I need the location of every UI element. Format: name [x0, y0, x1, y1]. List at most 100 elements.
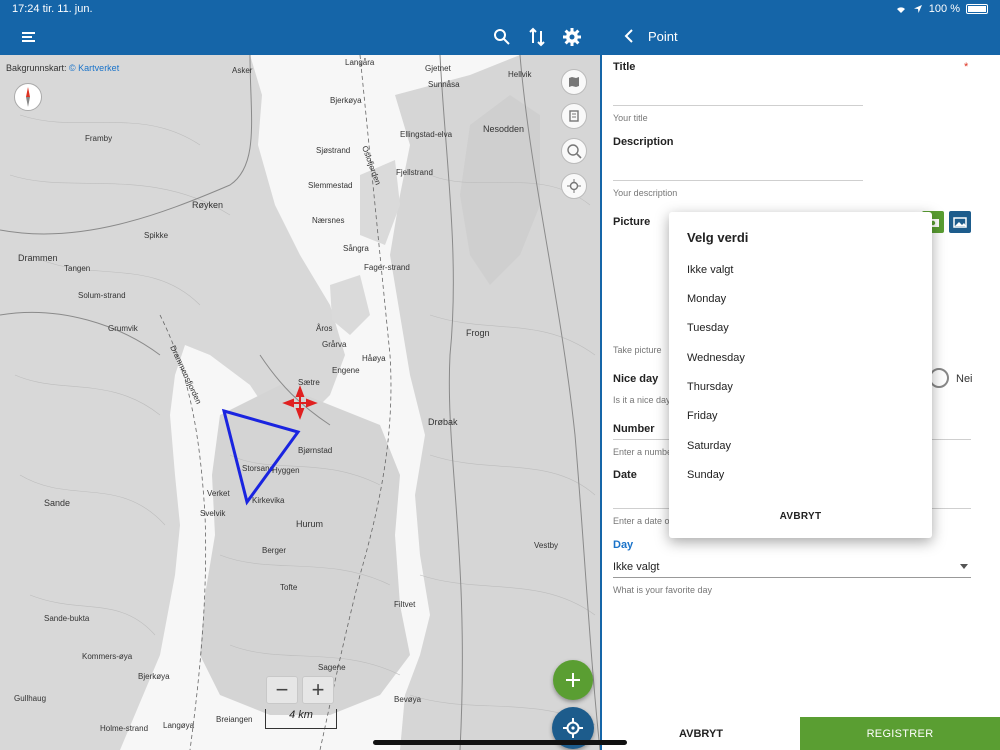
nice-day-no-label: Nei [956, 373, 973, 385]
map-label: Sande-bukta [44, 614, 90, 623]
dialog-option-tuesday[interactable]: Tuesday [687, 322, 729, 334]
title-help: Your title [613, 113, 648, 123]
zoom-out-button[interactable]: − [266, 676, 298, 704]
map-label: Kommers-øya [82, 652, 133, 661]
description-input[interactable] [613, 180, 863, 181]
map-label: Gullhaug [14, 694, 46, 703]
number-label: Number [613, 423, 655, 435]
map-layers-icon[interactable] [561, 69, 587, 95]
image-icon [953, 217, 967, 228]
date-label: Date [613, 469, 637, 481]
battery-icon [966, 4, 988, 14]
map-label: Spikke [144, 231, 169, 240]
dialog-option-wednesday[interactable]: Wednesday [687, 352, 745, 364]
picture-help: Take picture [613, 345, 662, 355]
gps-locate-icon[interactable] [561, 173, 587, 199]
map-label: Håøya [362, 354, 386, 363]
map-label: Sångra [343, 244, 369, 253]
wifi-icon [896, 7, 905, 13]
map-label: Sagene [318, 663, 346, 672]
map-label: Hellvik [508, 70, 533, 79]
nice-day-label: Nice day [613, 373, 659, 385]
plus-icon [566, 673, 580, 687]
map-label: Bevøya [394, 695, 422, 704]
map-label-frogn: Frogn [466, 328, 490, 338]
day-select-line [613, 577, 971, 578]
map-label: Bjerkøya [330, 96, 362, 105]
day-select-value[interactable]: Ikke valgt [613, 561, 659, 573]
map-label: Gjetnet [425, 64, 452, 73]
map-label: Berger [262, 546, 286, 555]
add-point-button[interactable] [553, 660, 593, 700]
map-label-hurum: Hurum [296, 519, 323, 529]
map-label: Hyggen [272, 466, 300, 475]
copy-icon[interactable] [561, 103, 587, 129]
dialog-option-saturday[interactable]: Saturday [687, 440, 731, 452]
map-label-drobak: Drøbak [428, 417, 458, 427]
scale-bar: 4 km [265, 709, 337, 729]
nice-day-no-radio[interactable] [929, 368, 949, 388]
map-label-nesodden: Nesodden [483, 124, 524, 134]
search-icon[interactable] [491, 26, 513, 48]
map-label: Nærsnes [312, 216, 344, 225]
home-indicator [373, 740, 627, 745]
dialog-option-sunday[interactable]: Sunday [687, 469, 724, 481]
menu-icon[interactable] [18, 26, 40, 48]
description-help: Your description [613, 188, 678, 198]
day-label: Day [613, 539, 634, 551]
zoom-2x-icon[interactable] [561, 138, 587, 164]
map-label-drammen: Drammen [18, 253, 58, 263]
crosshair-icon [563, 718, 583, 738]
map-label-saetre: Sætre [298, 378, 320, 387]
map-label-vestby: Vestby [534, 541, 558, 550]
map-attribution: Bakgrunnskart: © Kartverket [6, 63, 120, 73]
map-label: Framby [85, 134, 112, 143]
back-chevron-icon[interactable] [622, 28, 636, 44]
nice-day-help: Is it a nice day [613, 395, 671, 405]
gear-icon[interactable] [561, 26, 583, 48]
battery-percent: 100 % [928, 3, 960, 15]
cancel-button[interactable]: AVBRYT [602, 717, 800, 750]
dropdown-arrow-icon[interactable] [960, 564, 968, 569]
sort-icon[interactable] [526, 26, 548, 48]
status-icons: 100 % [895, 3, 988, 15]
map-label: Åros [316, 324, 332, 333]
app-root: 17:24 tir. 11. jun. 100 % Asker Langåra … [0, 0, 1000, 750]
dialog-option-monday[interactable]: Monday [687, 293, 726, 305]
map-label: Sjøstrand [316, 146, 350, 155]
map-label: Fjellstrand [396, 168, 433, 177]
zoom-in-button[interactable]: + [302, 676, 334, 704]
required-mark: * [964, 61, 969, 73]
compass-icon[interactable] [14, 83, 42, 111]
map-label: Tofte [280, 583, 298, 592]
dialog-option-none[interactable]: Ikke valgt [687, 264, 733, 276]
dialog-option-thursday[interactable]: Thursday [687, 381, 733, 393]
map-label-slemmestad: Slemmestad [308, 181, 352, 190]
gallery-button[interactable] [949, 211, 971, 233]
select-value-dialog: Velg verdi Ikke valgt Monday Tuesday Wed… [669, 212, 932, 538]
picture-label: Picture [613, 216, 651, 228]
map-label: Sunnåsa [428, 80, 460, 89]
status-bar: 17:24 tir. 11. jun. 100 % [0, 0, 1000, 18]
dialog-title: Velg verdi [687, 230, 749, 245]
register-button[interactable]: REGISTRER [800, 717, 1000, 750]
map-label-svelvik: Svelvik [200, 509, 226, 518]
kartverket-link[interactable]: © Kartverket [69, 63, 119, 73]
map-canvas[interactable]: Asker Langåra Gjetnet Hellvik Sunnåsa Ne… [0, 55, 600, 750]
map-base: Asker Langåra Gjetnet Hellvik Sunnåsa Ne… [0, 55, 600, 750]
map-label-asker: Asker [232, 66, 253, 75]
map-label: Grårva [322, 340, 347, 349]
map-label: Langøya [163, 721, 195, 730]
form-header: Point [602, 18, 1000, 55]
map-label-sande: Sande [44, 498, 70, 508]
map-label-royken: Røyken [192, 200, 223, 210]
dialog-cancel-button[interactable]: AVBRYT [669, 511, 932, 522]
map-label: Bjerkøya [138, 672, 170, 681]
number-help: Enter a number [613, 447, 676, 457]
map-label: Ellingstad-elva [400, 130, 453, 139]
title-input[interactable] [613, 105, 863, 106]
map-label: Solum-strand [78, 291, 126, 300]
map-label: Holme-strand [100, 724, 148, 733]
dialog-option-friday[interactable]: Friday [687, 410, 718, 422]
map-label: Bjørnstad [298, 446, 332, 455]
